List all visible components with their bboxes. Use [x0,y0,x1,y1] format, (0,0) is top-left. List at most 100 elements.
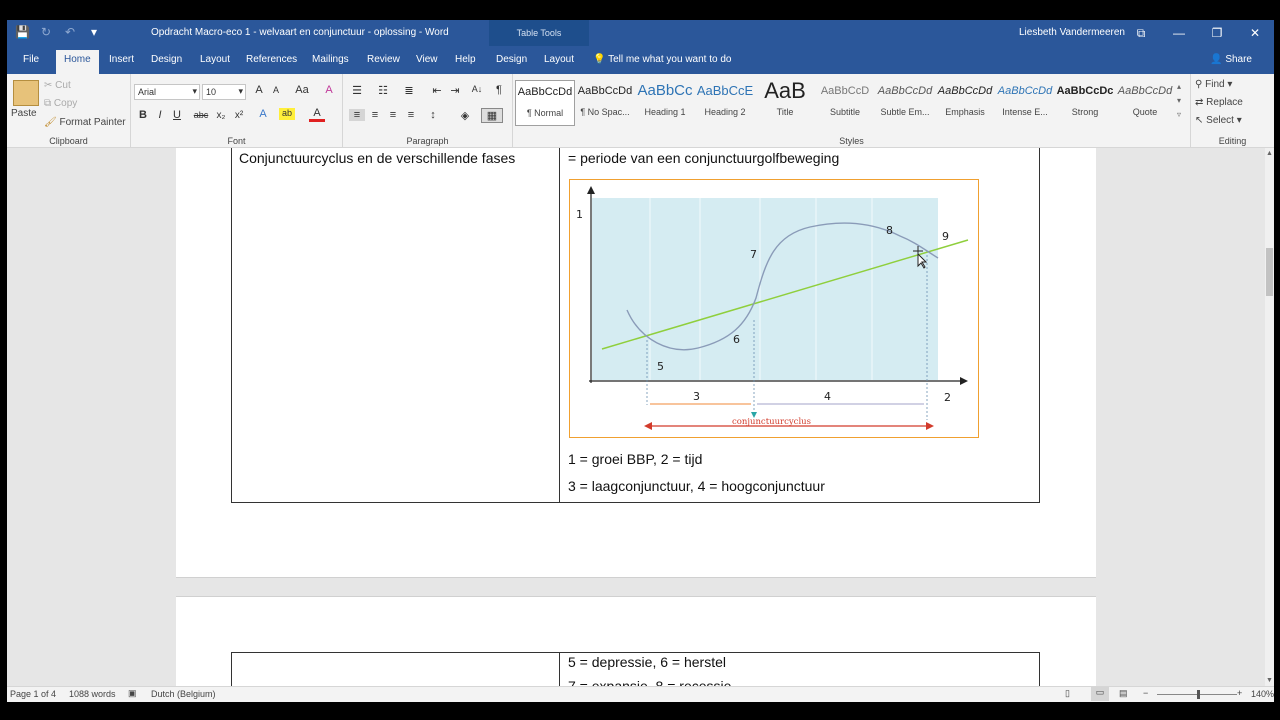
styles-scroll-icon[interactable]: ▴ ▾ ▿ [1177,80,1181,122]
borders-icon[interactable]: ▦ [481,108,503,123]
tab-view[interactable]: View [416,54,438,65]
zoom-slider-thumb[interactable] [1197,690,1200,699]
legend-line-2[interactable]: 3 = laagconjunctuur, 4 = hoogconjunctuur [568,478,825,494]
copy-label: Copy [53,98,78,109]
save-icon[interactable]: 💾 [15,25,30,39]
redo-icon[interactable]: ↻ [39,25,53,39]
find-button[interactable]: ⚲ Find ▾ [1195,79,1232,90]
select-button[interactable]: ↖ Select ▾ [1195,115,1242,126]
fig-label-7: 7 [750,248,757,261]
legend-line-4[interactable]: 7 = expansie, 8 = recessie [568,678,731,686]
font-name-select[interactable]: Arial ▾ [134,84,200,100]
subscript-button[interactable]: x₂ [213,110,229,121]
tab-design[interactable]: Design [151,54,182,65]
bold-button[interactable]: B [135,109,151,121]
read-mode-icon[interactable]: ▯ [1065,688,1070,699]
style-strong[interactable]: AaBbCcDc Strong [1055,80,1115,126]
scrollbar-thumb[interactable] [1266,248,1273,296]
format-painter-button[interactable]: 🖌 Format Painter [44,117,126,128]
cut-button[interactable]: ✂ Cut [44,80,71,91]
styles-label: Styles [839,136,864,146]
style-heading-2[interactable]: AaBbCcE Heading 2 [695,80,755,126]
cell-definition[interactable]: = periode van een conjunctuurgolfbewegin… [568,150,839,166]
customize-qat-icon[interactable]: ▾ [87,25,101,39]
tab-mailings[interactable]: Mailings [312,54,349,65]
numbering-icon[interactable]: ☷ [375,84,391,97]
business-cycle-figure[interactable]: 1 2 3 4 5 6 7 8 9 conjunctuurcyclus [569,179,979,438]
cell-left-term[interactable]: Conjunctuurcyclus en de verschillende fa… [239,150,515,166]
style-subtle-emphasis[interactable]: AaBbCcDd Subtle Em... [875,80,935,126]
grow-font-icon[interactable]: A [251,84,267,96]
tab-insert[interactable]: Insert [109,54,134,65]
style-emphasis[interactable]: AaBbCcDd Emphasis [935,80,995,126]
increase-indent-icon[interactable]: ⇥ [447,84,463,97]
cut-label: Cut [55,80,71,91]
bullets-icon[interactable]: ☰ [349,84,365,97]
word-window: 💾 ↻ ↶ ▾ Opdracht Macro-eco 1 - welvaart … [0,0,1280,720]
superscript-button[interactable]: x² [231,110,247,121]
style-quote[interactable]: AaBbCcDd Quote [1115,80,1175,126]
tab-table-design[interactable]: Design [496,54,527,65]
zoom-level[interactable]: 140% [1251,689,1274,699]
proofing-icon[interactable]: ▣ [128,688,137,699]
tab-home[interactable]: Home [56,50,99,74]
style-intense-emphasis[interactable]: AaBbCcDd Intense E... [995,80,1055,126]
legend-line-1[interactable]: 1 = groei BBP, 2 = tijd [568,451,702,467]
legend-line-3[interactable]: 5 = depressie, 6 = herstel [568,654,726,670]
clear-formatting-icon[interactable]: A [321,84,337,96]
scroll-up-icon[interactable]: ▲ [1266,150,1273,157]
page-count[interactable]: Page 1 of 4 [10,689,56,699]
word-count[interactable]: 1088 words [69,689,116,699]
italic-button[interactable]: I [152,109,168,121]
share-button[interactable]: 👤 Share [1210,54,1252,65]
undo-icon[interactable]: ↶ [63,25,77,39]
line-spacing-icon[interactable]: ↕ [425,109,441,121]
vertical-scrollbar[interactable]: ▲ ▼ [1265,148,1274,686]
tab-layout[interactable]: Layout [200,54,230,65]
minimize-button[interactable]: — [1160,20,1198,46]
style-title[interactable]: AaB Title [755,80,815,126]
tab-review[interactable]: Review [367,54,400,65]
underline-button[interactable]: U [169,109,185,121]
text-effects-icon[interactable]: A [255,108,271,120]
tab-table-layout[interactable]: Layout [544,54,574,65]
shading-icon[interactable]: ◈ [457,109,473,122]
highlight-icon[interactable]: ab [279,108,295,120]
zoom-out-icon[interactable]: − [1143,688,1148,698]
decrease-indent-icon[interactable]: ⇤ [429,84,445,97]
restore-button[interactable]: ❐ [1198,20,1236,46]
font-size-select[interactable]: 10 ▾ [202,84,246,100]
replace-button[interactable]: ⇄ Replace [1195,97,1243,108]
align-right-icon[interactable]: ≡ [385,109,401,121]
align-center-icon[interactable]: ≡ [367,109,383,121]
tab-file[interactable]: File [23,54,39,65]
justify-icon[interactable]: ≡ [403,109,419,121]
tab-help[interactable]: Help [455,54,476,65]
strikethrough-button[interactable]: abc [191,110,211,120]
shrink-font-icon[interactable]: A [268,85,284,95]
tab-references[interactable]: References [246,54,297,65]
language[interactable]: Dutch (Belgium) [151,689,216,699]
scroll-down-icon[interactable]: ▼ [1266,677,1273,684]
multilevel-list-icon[interactable]: ≣ [401,84,417,97]
style-normal[interactable]: AaBbCcDd ¶ Normal [515,80,575,126]
align-left-icon[interactable]: ≡ [349,109,365,121]
close-button[interactable]: ✕ [1236,20,1274,46]
show-marks-icon[interactable]: ¶ [491,84,507,96]
change-case-icon[interactable]: Aa [291,84,313,96]
paste-button[interactable]: Paste [11,108,37,119]
style-no-spacing[interactable]: AaBbCcDd ¶ No Spac... [575,80,635,126]
style-heading-1[interactable]: AaBbCc Heading 1 [635,80,695,126]
tell-me-box[interactable]: 💡 Tell me what you want to do [593,54,731,65]
font-color-icon[interactable]: A [309,107,325,122]
sort-icon[interactable]: A↓ [469,84,485,94]
ribbon-display-options-icon[interactable]: ⧉ [1122,20,1160,46]
zoom-in-icon[interactable]: + [1237,688,1242,698]
user-name[interactable]: Liesbeth Vandermeeren [1019,27,1125,38]
web-layout-icon[interactable]: ▤ [1119,688,1128,699]
copy-button[interactable]: ⧉ Copy [44,98,77,109]
print-layout-icon[interactable]: ▭ [1091,687,1109,701]
select-label: Select [1206,115,1234,126]
style-preview: AaB [764,80,806,102]
style-subtitle[interactable]: AaBbCcD Subtitle [815,80,875,126]
